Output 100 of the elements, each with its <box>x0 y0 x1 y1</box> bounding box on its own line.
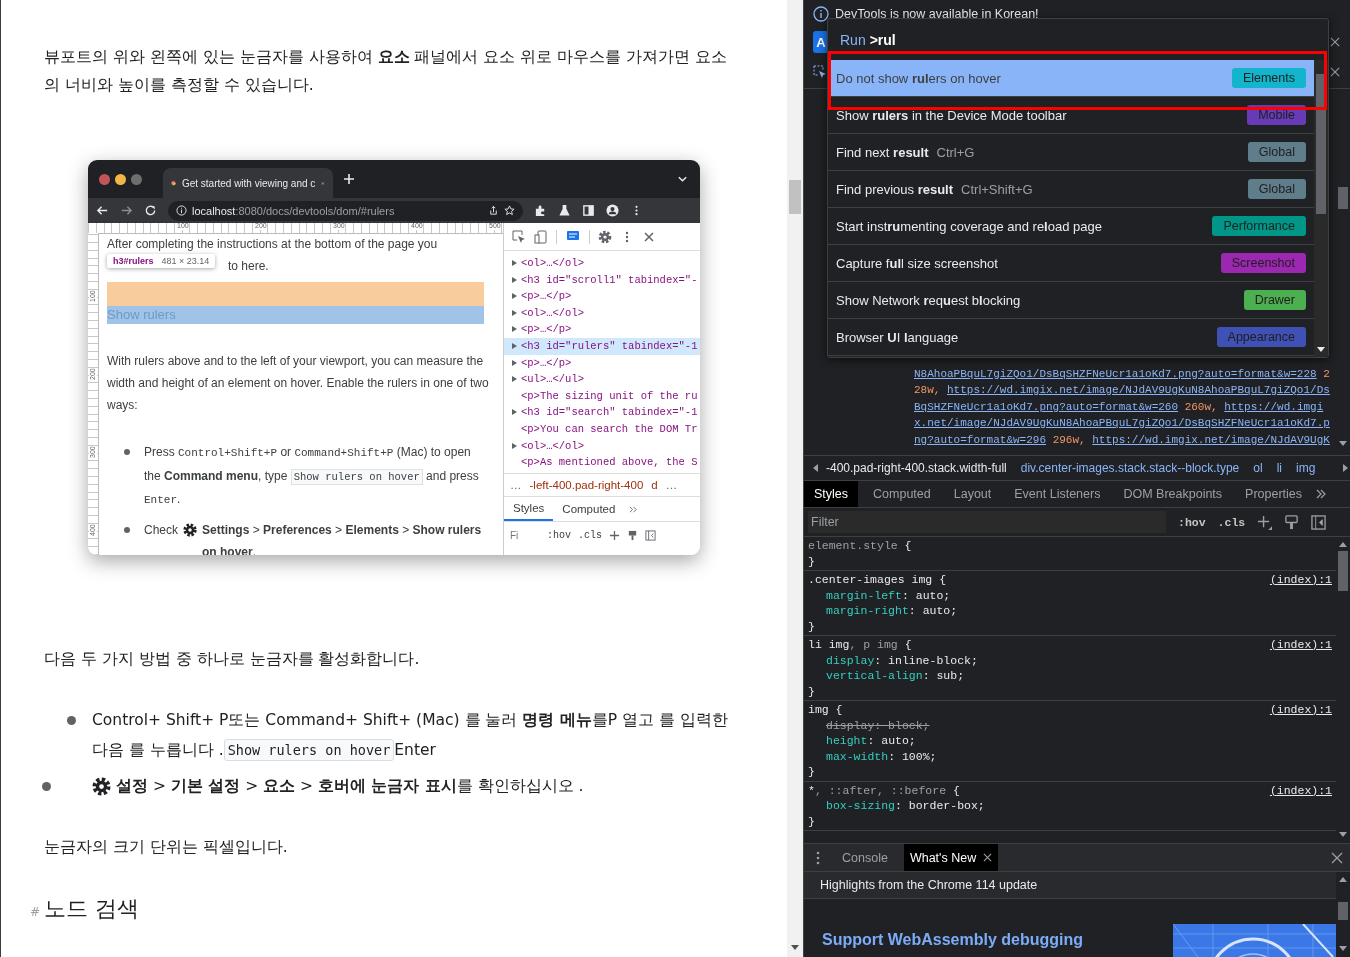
breadcrumb-item[interactable]: -left-400.pad-right-400 <box>529 479 644 491</box>
paint-icon[interactable] <box>1284 514 1300 530</box>
kebab-menu-icon[interactable] <box>816 850 820 865</box>
css-declaration[interactable]: height: auto; <box>808 733 1332 749</box>
breadcrumb-item[interactable]: d <box>651 479 658 491</box>
share-icon[interactable] <box>488 205 499 216</box>
toggle-button[interactable]: :hov <box>547 529 571 541</box>
source-link[interactable]: (index):1 <box>1269 702 1332 718</box>
command-item[interactable]: Browser UI language Appearance <box>828 319 1314 356</box>
star-icon[interactable] <box>504 205 515 216</box>
close-icon[interactable] <box>1330 67 1340 77</box>
breadcrumb-item[interactable]: div.center-images.stack.stack--block.type <box>1020 461 1240 475</box>
css-declaration[interactable]: max-width: 100%; <box>808 748 1332 764</box>
scroll-down-icon[interactable] <box>1339 946 1347 952</box>
filter-field[interactable]: Filter <box>808 511 1166 533</box>
source-link[interactable]: (index):1 <box>1269 637 1332 653</box>
command-item[interactable]: Show Network request blocking Drawer <box>828 282 1314 319</box>
expand-arrow-icon[interactable] <box>512 293 517 300</box>
back-icon[interactable] <box>96 204 109 217</box>
scroll-up-icon[interactable] <box>1339 542 1347 548</box>
breadcrumb-item[interactable]: img <box>1296 461 1316 475</box>
plus-icon[interactable] <box>609 529 621 541</box>
drawer-tab[interactable]: Console <box>836 844 894 871</box>
dom-node[interactable]: <h3 id="search" tabindex="-1 <box>504 404 700 421</box>
dom-node[interactable]: <p>The sizing unit of the ru <box>504 387 700 405</box>
expand-arrow-icon[interactable] <box>512 442 517 449</box>
scroll-down-icon[interactable] <box>1339 832 1347 838</box>
scroll-thumb[interactable] <box>1338 187 1348 209</box>
dom-node[interactable]: <p>…</p> <box>504 354 700 372</box>
css-declaration[interactable]: margin-right: auto; <box>808 603 1332 619</box>
source-link[interactable]: (index):1 <box>1269 572 1332 588</box>
minimize-dot-icon[interactable] <box>115 173 126 185</box>
expand-arrow-icon[interactable] <box>512 376 517 383</box>
expand-arrow-icon[interactable] <box>512 326 517 333</box>
toggle-button[interactable]: .cls <box>578 529 603 541</box>
url-link[interactable]: https://wd.imgi <box>1224 400 1324 413</box>
scroll-thumb[interactable] <box>1338 902 1348 920</box>
url-link[interactable]: ng?auto=format&w=296 <box>914 433 1047 446</box>
command-item[interactable]: Capture full size screenshot Screenshot <box>828 245 1314 282</box>
command-item[interactable]: Start instrumenting coverage and reload page Performance <box>828 208 1314 245</box>
dom-node[interactable]: <p>…</p> <box>504 288 700 305</box>
profile-icon[interactable] <box>606 204 619 217</box>
more-tabs-icon[interactable] <box>628 504 640 514</box>
more-tabs-icon[interactable] <box>1315 489 1328 499</box>
panel-tab[interactable]: Computed <box>863 481 941 507</box>
command-item[interactable]: Find next result Ctrl+G Global <box>828 134 1314 171</box>
command-item[interactable]: Find previous result Ctrl+Shift+G Global <box>828 171 1314 208</box>
css-declaration[interactable]: vertical-align: sub; <box>808 668 1332 684</box>
css-declaration[interactable]: display: inline-block; <box>808 652 1332 668</box>
scrollbar[interactable] <box>1314 60 1328 357</box>
expand-arrow-icon[interactable] <box>512 409 517 416</box>
inspect-icon[interactable] <box>813 65 827 79</box>
expand-arrow-icon[interactable] <box>512 309 517 316</box>
puzzle-icon[interactable] <box>534 204 547 217</box>
dom-node[interactable]: <h3 id="scroll1" tabindex="- <box>504 271 700 289</box>
close-dot-icon[interactable] <box>99 173 110 185</box>
scroll-thumb[interactable] <box>1316 74 1326 214</box>
dom-node[interactable]: <ol>…</ol> <box>504 255 700 272</box>
dom-node[interactable]: <ol>…</ol> <box>504 304 700 322</box>
chevron-down-icon[interactable] <box>677 175 688 183</box>
scroll-thumb[interactable] <box>1338 551 1348 591</box>
dom-node[interactable]: <ol>…</ol> <box>504 437 700 455</box>
breadcrumb-item[interactable]: … <box>665 479 678 491</box>
zoom-dot-icon[interactable] <box>131 173 142 185</box>
dom-node[interactable]: <p>You can search the DOM Tr <box>504 420 700 438</box>
dom-node[interactable]: <ul>…</ul> <box>504 371 700 388</box>
url-link[interactable]: https://wd.imgix.net/image/NJdAV9UgKuN8AhoaPBquL7giZQo1/Ds <box>947 384 1330 396</box>
scroll-right-icon[interactable] <box>1343 464 1350 472</box>
browser-tab[interactable]: Get started with viewing and c <box>163 168 333 198</box>
scroll-up-icon[interactable] <box>1339 877 1347 883</box>
close-icon[interactable] <box>642 229 656 244</box>
sidebar-icon[interactable] <box>1311 514 1327 530</box>
breadcrumb-item[interactable]: ol <box>1253 461 1263 475</box>
scroll-left-icon[interactable] <box>812 464 818 472</box>
scroll-down-icon[interactable] <box>791 945 799 951</box>
url-link[interactable]: x.net/image/NJdAV9UgKuN8AhoaPBquL7giZQo1/DsBqSHZFNeUcr1a1oKd7.p <box>914 417 1330 429</box>
toggle-button[interactable]: :hov <box>1178 515 1206 529</box>
close-icon[interactable] <box>983 853 993 862</box>
css-declaration[interactable]: margin-left: auto; <box>808 587 1332 603</box>
forward-icon[interactable] <box>120 204 133 217</box>
device-icon[interactable] <box>534 229 548 244</box>
css-declaration[interactable]: display: block; <box>808 717 1332 733</box>
panel-tab[interactable]: Styles <box>504 497 554 521</box>
source-link[interactable]: (index):1 <box>1269 782 1332 798</box>
paint-icon[interactable] <box>627 529 639 541</box>
inspect-icon[interactable] <box>512 229 526 244</box>
url-link[interactable]: BqSHZFNeUcr1a1oKd7.png?auto=format&w=260 <box>914 400 1179 413</box>
address-bar[interactable]: localhost:8080/docs/devtools/dom/#rulers <box>168 200 523 221</box>
scrollbar[interactable] <box>787 0 804 957</box>
panel-tab[interactable]: Properties <box>1235 481 1313 507</box>
toggle-button[interactable]: .cls <box>1217 515 1246 529</box>
panel-tab[interactable]: Event Listeners <box>1004 481 1111 507</box>
panel-tab[interactable]: Styles <box>804 481 859 507</box>
url-link[interactable]: N8AhoaPBquL7giZQo1/DsBqSHZFNeUcr1a1oKd7.png?auto=format&w=228 <box>914 367 1317 380</box>
feature-headline[interactable]: Support WebAssembly debugging <box>822 931 1084 949</box>
close-icon[interactable] <box>1330 37 1340 47</box>
expand-arrow-icon[interactable] <box>512 260 517 266</box>
expand-arrow-icon[interactable] <box>512 276 517 283</box>
reload-icon[interactable] <box>144 204 157 217</box>
scroll-down-icon[interactable] <box>1317 347 1325 353</box>
